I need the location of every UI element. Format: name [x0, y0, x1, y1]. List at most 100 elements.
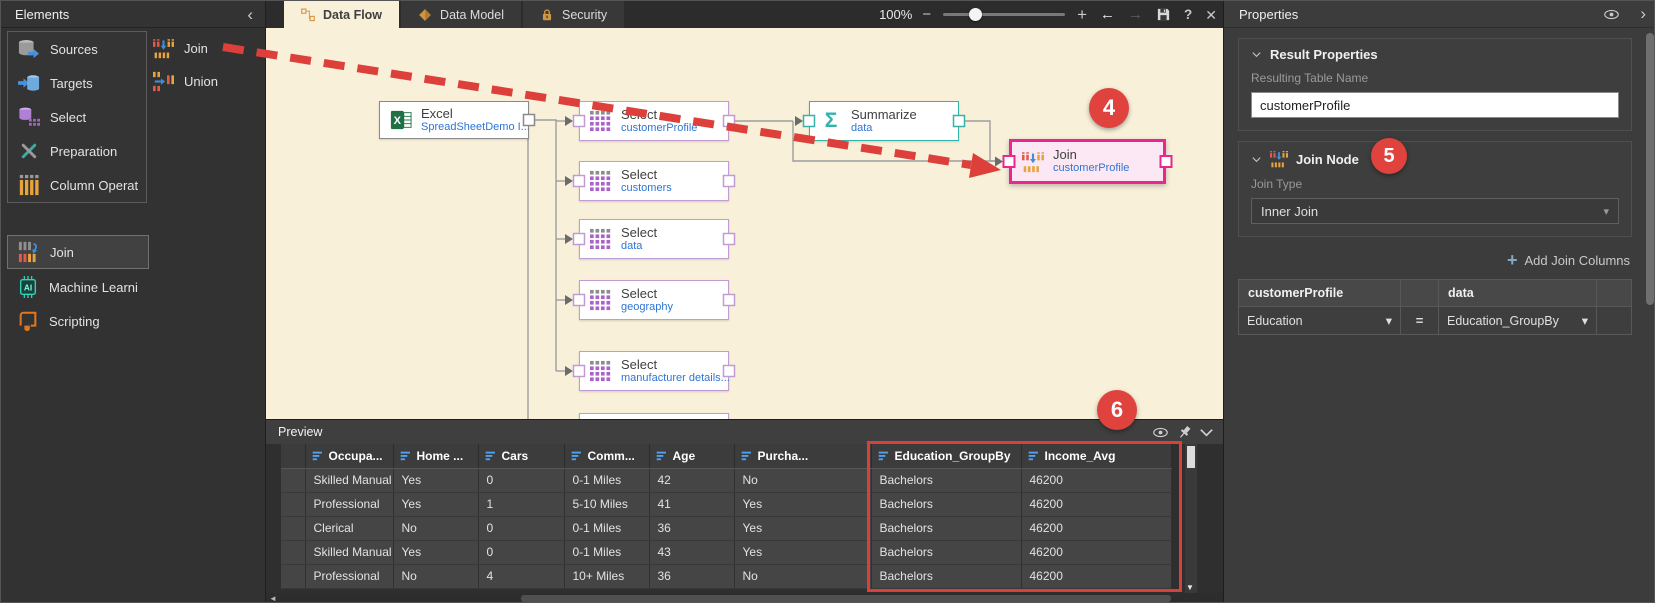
- zoom-slider-handle[interactable]: [969, 8, 982, 21]
- properties-scrollbar[interactable]: [1646, 31, 1654, 596]
- node-select-customerprofile[interactable]: Select customerProfile: [579, 101, 729, 141]
- node-join-customerprofile[interactable]: Join customerProfile: [1009, 139, 1166, 184]
- eye-icon[interactable]: [1603, 6, 1620, 23]
- node-title: Select: [621, 287, 673, 301]
- sort-icon: [656, 450, 668, 462]
- zoom-slider[interactable]: [943, 13, 1065, 16]
- join-node-icon: [1270, 150, 1288, 168]
- column-header-age[interactable]: Age: [649, 444, 734, 468]
- grid-icon: [590, 289, 612, 311]
- step-badge-6: 6: [1097, 390, 1137, 430]
- sidebar-item-select[interactable]: Select: [8, 100, 146, 134]
- join-type-label: Join Type: [1251, 177, 1619, 191]
- right-column-dropdown[interactable]: Education_GroupBy ▾: [1447, 313, 1588, 328]
- node-select-data[interactable]: Select data: [579, 219, 729, 259]
- sidebar-item-group: Sources Targets Select Preparation Colum…: [7, 31, 147, 203]
- sidebar-item-label: Targets: [50, 76, 93, 91]
- caret-down-icon: ▾: [1582, 313, 1588, 328]
- tab-security[interactable]: Security: [523, 1, 624, 28]
- sidebar-item-sources[interactable]: Sources: [8, 32, 146, 66]
- flyout-item-union[interactable]: Union: [149, 65, 265, 98]
- node-select-customers[interactable]: Select customers: [579, 161, 729, 201]
- column-operations-icon: [18, 174, 40, 196]
- data-flow-canvas[interactable]: Excel SpreadSheetDemo I... Select custom…: [266, 28, 1223, 419]
- undo-button[interactable]: ←: [1100, 7, 1115, 22]
- flyout-item-label: Union: [184, 74, 218, 89]
- select-icon: [18, 106, 40, 128]
- node-subtitle: customers: [621, 182, 672, 195]
- zoom-level: 100%: [879, 7, 912, 22]
- tab-label: Security: [562, 8, 607, 22]
- data-flow-icon: [301, 8, 315, 22]
- close-button[interactable]: ✕: [1205, 8, 1217, 22]
- node-subtitle: customerProfile: [621, 122, 697, 135]
- tab-label: Data Flow: [323, 8, 382, 22]
- pin-icon[interactable]: [1176, 424, 1193, 441]
- zoom-in-button[interactable]: +: [1077, 6, 1087, 23]
- stub-column-header: [281, 444, 305, 468]
- table-row: Skilled ManualYes00-1 Miles42NoBachelors…: [281, 468, 1171, 492]
- column-header-education-groupby[interactable]: Education_GroupBy: [871, 444, 1021, 468]
- sidebar-item-machine-learning[interactable]: Machine Learni...: [7, 270, 147, 304]
- left-column-dropdown[interactable]: Education ▾: [1247, 313, 1392, 328]
- table-row: ProfessionalYes15-10 Miles41YesBachelors…: [281, 492, 1171, 516]
- node-partial-clipped[interactable]: [579, 413, 729, 419]
- column-header-home[interactable]: Home ...: [393, 444, 478, 468]
- join-node-section: Join Node Join Type Inner Join ▾: [1238, 141, 1632, 237]
- result-properties-header[interactable]: Result Properties: [1251, 47, 1619, 62]
- scroll-down-arrow[interactable]: ▼: [1186, 583, 1194, 592]
- node-excel-source[interactable]: Excel SpreadSheetDemo I...: [379, 101, 529, 139]
- scroll-left-arrow[interactable]: ◄: [269, 594, 277, 603]
- redo-button[interactable]: →: [1128, 7, 1143, 22]
- join-node-header[interactable]: Join Node: [1251, 150, 1619, 168]
- union-element-icon: [153, 71, 174, 92]
- join-type-dropdown[interactable]: Inner Join ▾: [1251, 198, 1619, 224]
- resulting-table-name-input[interactable]: [1251, 92, 1619, 118]
- join-type-value: Inner Join: [1261, 204, 1318, 219]
- chevron-down-icon[interactable]: [1198, 424, 1215, 441]
- flyout-item-label: Join: [184, 41, 208, 56]
- sidebar-item-join[interactable]: Join: [7, 235, 149, 269]
- properties-scrollbar-thumb[interactable]: [1646, 33, 1654, 305]
- horizontal-scrollbar-thumb[interactable]: [521, 595, 1171, 602]
- grid-icon: [590, 228, 612, 250]
- vertical-scrollbar[interactable]: ▼: [1185, 444, 1197, 593]
- horizontal-scrollbar[interactable]: ◄: [266, 593, 1223, 603]
- preview-header: Preview: [266, 419, 1223, 444]
- tab-data-flow[interactable]: Data Flow: [284, 1, 399, 28]
- step-badge-4: 4: [1089, 88, 1129, 128]
- sidebar-item-targets[interactable]: Targets: [8, 66, 146, 100]
- join-node-icon: [1022, 151, 1044, 173]
- node-summarize-data[interactable]: Σ Summarize data: [809, 101, 959, 141]
- sidebar-item-column-operations[interactable]: Column Operat...: [8, 168, 146, 202]
- sources-icon: [18, 38, 40, 60]
- chevron-down-icon: [1251, 154, 1262, 165]
- sidebar-item-preparation[interactable]: Preparation: [8, 134, 146, 168]
- save-button[interactable]: [1156, 7, 1171, 22]
- sort-icon: [741, 450, 753, 462]
- column-header-cars[interactable]: Cars: [478, 444, 564, 468]
- preparation-icon: [18, 140, 40, 162]
- node-select-geography[interactable]: Select geography: [579, 280, 729, 320]
- column-header-occupation[interactable]: Occupa...: [305, 444, 393, 468]
- preview-table: Occupa... Home ... Cars Comm... Age Purc…: [281, 444, 1172, 589]
- add-join-columns-button[interactable]: + Add Join Columns: [1238, 251, 1630, 269]
- help-button[interactable]: ?: [1184, 8, 1192, 22]
- column-header-commute[interactable]: Comm...: [564, 444, 649, 468]
- node-select-manufacturer-details[interactable]: Select manufacturer details...: [579, 351, 729, 391]
- expand-panel-icon[interactable]: ›: [1640, 4, 1646, 24]
- join-column-row: Education ▾ = Education_GroupBy ▾: [1239, 307, 1632, 335]
- sidebar-title: Elements: [15, 7, 69, 22]
- flyout-item-join[interactable]: Join: [149, 32, 265, 65]
- zoom-out-button[interactable]: −: [922, 7, 931, 22]
- column-header-purchase[interactable]: Purcha...: [734, 444, 871, 468]
- join-icon: [18, 241, 40, 263]
- column-header-income-avg[interactable]: Income_Avg: [1021, 444, 1171, 468]
- node-title: Select: [621, 168, 672, 182]
- vertical-scrollbar-thumb[interactable]: [1187, 446, 1195, 468]
- eye-icon[interactable]: [1152, 424, 1169, 441]
- sidebar-item-scripting[interactable]: Scripting: [7, 304, 147, 338]
- properties-header: Properties ›: [1224, 1, 1655, 28]
- tab-data-model[interactable]: Data Model: [401, 1, 521, 28]
- collapse-sidebar-icon[interactable]: ‹: [247, 6, 253, 23]
